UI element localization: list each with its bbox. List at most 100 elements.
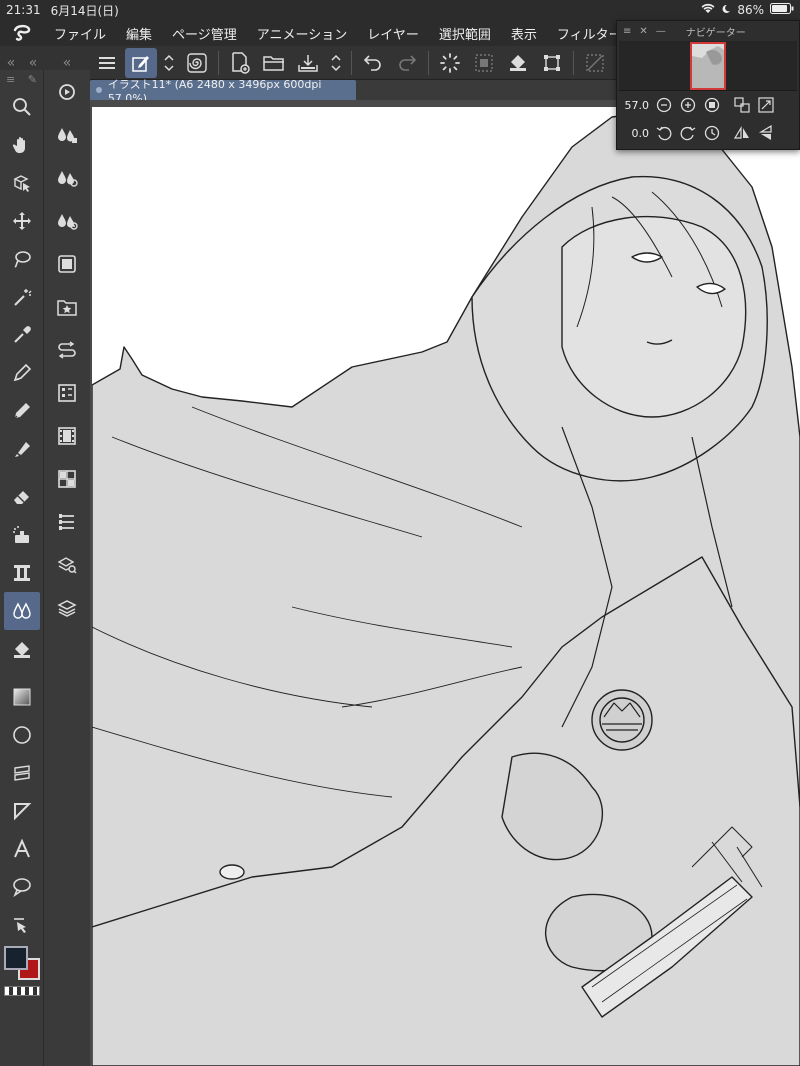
menu-animation[interactable]: アニメーション <box>247 24 357 43</box>
circle-icon[interactable] <box>0 716 44 754</box>
status-time: 21:31 <box>6 3 41 17</box>
moon-icon <box>721 3 731 17</box>
menu-file[interactable]: ファイル <box>44 24 116 43</box>
zoom-out-icon[interactable] <box>655 96 673 114</box>
minimize-icon[interactable]: — <box>656 26 666 37</box>
blend-drops-icon[interactable] <box>44 113 90 156</box>
zoom-value[interactable]: 57.0 <box>621 99 650 112</box>
up-down-arrows-icon[interactable] <box>159 48 179 78</box>
navigator-panel: ≡ ✕ — ナビゲーター 57.0 0.0 <box>616 20 800 150</box>
save-icon[interactable] <box>292 48 324 78</box>
menu-view[interactable]: 表示 <box>501 24 547 43</box>
timeline-icon[interactable] <box>44 328 90 371</box>
undo-icon[interactable] <box>357 48 389 78</box>
marker-icon[interactable] <box>0 430 44 468</box>
gradient-icon[interactable] <box>0 678 44 716</box>
blend-icon[interactable] <box>4 592 40 630</box>
line-icon[interactable] <box>0 792 44 830</box>
eraser-icon[interactable] <box>0 478 44 516</box>
flip-vertical-icon[interactable] <box>757 124 775 142</box>
pencil-icon[interactable] <box>0 392 44 430</box>
zoom-reset-icon[interactable] <box>703 96 721 114</box>
deselect-icon[interactable] <box>468 48 500 78</box>
correct-line-icon[interactable] <box>0 906 44 944</box>
status-bar: 21:31 6月14日(日) 86% <box>0 0 800 20</box>
text-icon[interactable] <box>0 830 44 868</box>
navigator-header: ≡ ✕ — ナビゲーター <box>617 21 799 41</box>
layer-property-icon[interactable] <box>44 242 90 285</box>
navigator-thumbnail[interactable] <box>690 41 726 90</box>
zoom-in-icon[interactable] <box>679 96 697 114</box>
rotate-left-icon[interactable] <box>655 124 673 142</box>
film-icon[interactable] <box>44 414 90 457</box>
blend-settings-icon[interactable] <box>44 156 90 199</box>
magic-wand-icon[interactable] <box>0 278 44 316</box>
fill-selection-icon[interactable] <box>502 48 534 78</box>
material-star-icon[interactable] <box>44 285 90 328</box>
rotation-row: 0.0 <box>617 119 799 147</box>
fill-icon[interactable] <box>0 630 44 668</box>
pen-small-icon: ✎ <box>27 72 37 86</box>
flip-horizontal-icon[interactable] <box>733 124 751 142</box>
transparent-color-swatch[interactable] <box>4 986 40 996</box>
hand-icon[interactable] <box>0 126 44 164</box>
menu-selection[interactable]: 選択範囲 <box>429 24 501 43</box>
menu-page-management[interactable]: ページ管理 <box>162 24 247 43</box>
airbrush-icon[interactable] <box>0 516 44 554</box>
double-chevron-left-icon[interactable]: « <box>63 55 72 71</box>
loading-icon[interactable] <box>434 48 466 78</box>
redo-icon[interactable] <box>391 48 423 78</box>
transform-icon[interactable] <box>536 48 568 78</box>
navigator-search-icon[interactable] <box>44 70 90 113</box>
sub-tool-palette <box>44 70 90 1066</box>
hamburger-menu-button[interactable] <box>91 48 123 78</box>
object-select-icon[interactable] <box>0 164 44 202</box>
rotation-value[interactable]: 0.0 <box>621 127 650 140</box>
clear-icon[interactable] <box>579 48 611 78</box>
up-down-arrows-icon[interactable] <box>326 48 346 78</box>
app-logo-icon[interactable] <box>0 20 44 46</box>
menu-icon[interactable]: ≡ <box>6 73 15 86</box>
layers-icon[interactable] <box>44 586 90 629</box>
move-icon[interactable] <box>0 202 44 240</box>
navigator-preview[interactable] <box>619 41 797 91</box>
new-file-icon[interactable] <box>224 48 256 78</box>
balloon-icon[interactable] <box>0 868 44 906</box>
menu-edit[interactable]: 編集 <box>116 24 162 43</box>
canvas-area[interactable] <box>90 100 800 1066</box>
blend-target-icon[interactable] <box>44 199 90 242</box>
toolbar-divider <box>218 50 219 75</box>
tool-palette: ≡ ✎ <box>0 70 44 1066</box>
color-swatch-area <box>0 940 44 1010</box>
zoom-icon[interactable] <box>0 88 44 126</box>
pen-icon[interactable] <box>0 354 44 392</box>
fit-window-icon[interactable] <box>757 96 775 114</box>
double-chevron-left-icon[interactable]: « <box>7 55 16 71</box>
main-color-swatch[interactable] <box>4 946 28 970</box>
stamp-icon[interactable] <box>0 554 44 592</box>
zoom-row: 57.0 <box>617 91 799 119</box>
layer-list-icon[interactable] <box>44 500 90 543</box>
spiral-icon[interactable] <box>181 48 213 78</box>
status-date: 6月14日(日) <box>50 3 119 18</box>
lasso-icon[interactable] <box>0 240 44 278</box>
eyedropper-icon[interactable] <box>0 316 44 354</box>
toolbar-divider <box>428 50 429 75</box>
close-icon[interactable]: ✕ <box>639 26 647 37</box>
fit-screen-icon[interactable] <box>733 96 751 114</box>
double-chevron-left-icon[interactable]: « <box>29 55 38 71</box>
drawing-canvas[interactable] <box>92 107 800 1066</box>
document-tab[interactable]: イラスト11* (A6 2480 x 3496px 600dpi 57.0%) <box>90 78 356 105</box>
open-folder-icon[interactable] <box>258 48 290 78</box>
edit-mode-button[interactable] <box>125 47 157 78</box>
menu-layer[interactable]: レイヤー <box>357 24 429 43</box>
page-manager-icon[interactable] <box>44 371 90 414</box>
panel-menu-icon[interactable]: ≡ <box>623 26 631 37</box>
wifi-icon <box>701 3 715 17</box>
rotate-reset-icon[interactable] <box>703 124 721 142</box>
toolbar-divider <box>351 50 352 75</box>
grid-icon[interactable] <box>44 457 90 500</box>
ruler-icon[interactable] <box>0 754 44 792</box>
layer-search-icon[interactable] <box>44 543 90 586</box>
rotate-right-icon[interactable] <box>679 124 697 142</box>
